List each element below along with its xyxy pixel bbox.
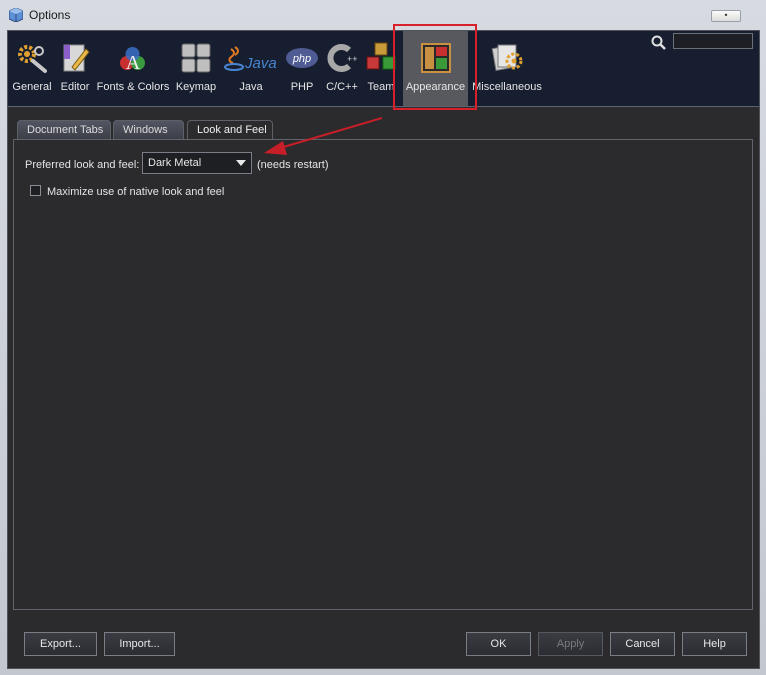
svg-text:php: php bbox=[292, 53, 311, 65]
preferred-look-label: Preferred look and feel: bbox=[25, 159, 140, 171]
ok-button[interactable]: OK bbox=[466, 632, 531, 656]
category-label: Editor bbox=[60, 81, 90, 93]
java-icon: Java bbox=[224, 46, 277, 72]
cancel-button[interactable]: Cancel bbox=[610, 632, 675, 656]
category-label: General bbox=[12, 81, 52, 93]
category-label: Appearance bbox=[405, 81, 466, 93]
category-appearance[interactable]: Appearance bbox=[403, 31, 468, 106]
client-area: General Editor A Fonts & Colors Keymap J… bbox=[7, 24, 760, 669]
category-editor[interactable]: Editor bbox=[56, 31, 94, 106]
category-label: Miscellaneous bbox=[472, 81, 542, 93]
help-button[interactable]: Help bbox=[682, 632, 747, 656]
category-label: PHP bbox=[290, 81, 314, 93]
search-input[interactable] bbox=[673, 33, 753, 49]
window-control-button[interactable]: • bbox=[711, 10, 741, 22]
apply-button[interactable]: Apply bbox=[538, 632, 603, 656]
php-icon: php bbox=[286, 48, 318, 68]
appearance-layout-icon bbox=[420, 43, 451, 73]
look-and-feel-select[interactable]: Dark Metal bbox=[142, 152, 252, 174]
chevron-down-icon[interactable] bbox=[236, 160, 246, 166]
look-and-feel-panel: Preferred look and feel: Dark Metal (nee… bbox=[13, 139, 753, 610]
category-miscellaneous[interactable]: Miscellaneous bbox=[471, 31, 543, 106]
select-value: Dark Metal bbox=[148, 157, 202, 169]
native-look-checkbox[interactable] bbox=[30, 185, 41, 196]
category-label: Java bbox=[239, 81, 263, 93]
category-keymap[interactable]: Keymap bbox=[172, 31, 220, 106]
native-look-checkbox-label[interactable]: Maximize use of native look and feel bbox=[47, 186, 224, 198]
cpp-icon: ++ bbox=[327, 44, 358, 72]
fonts-colors-icon: A bbox=[120, 47, 145, 74]
category-label: Keymap bbox=[175, 81, 217, 93]
tab-document-tabs[interactable]: Document Tabs bbox=[17, 120, 111, 140]
netbeans-cube-icon bbox=[9, 8, 23, 22]
tab-windows[interactable]: Windows bbox=[113, 120, 184, 140]
svg-text:++: ++ bbox=[347, 54, 358, 64]
options-window: Options • General Editor A Fonts & Color… bbox=[0, 0, 766, 675]
editor-pencil-icon bbox=[63, 44, 90, 72]
category-label: Fonts & Colors bbox=[96, 81, 170, 93]
category-team[interactable]: Team bbox=[362, 31, 400, 106]
keymap-icon bbox=[181, 43, 211, 73]
export-button[interactable]: Export... bbox=[24, 632, 97, 656]
title-bar: Options • bbox=[0, 0, 766, 30]
category-java[interactable]: Java Java bbox=[220, 31, 282, 106]
category-label: C/C++ bbox=[326, 81, 358, 93]
category-php[interactable]: php PHP bbox=[282, 31, 322, 106]
svg-text:Java: Java bbox=[244, 55, 277, 72]
miscellaneous-icon bbox=[491, 44, 523, 71]
category-cpp[interactable]: ++ C/C++ bbox=[322, 31, 362, 106]
category-fonts-colors[interactable]: A Fonts & Colors bbox=[94, 31, 172, 106]
category-general[interactable]: General bbox=[8, 31, 56, 106]
tab-look-and-feel[interactable]: Look and Feel bbox=[187, 120, 273, 141]
restart-note: (needs restart) bbox=[257, 159, 329, 171]
search-icon bbox=[651, 35, 666, 50]
import-button[interactable]: Import... bbox=[104, 632, 175, 656]
svg-text:A: A bbox=[126, 52, 141, 74]
team-cubes-icon bbox=[366, 42, 396, 70]
category-label: Team bbox=[367, 81, 395, 93]
category-toolbar: General Editor A Fonts & Colors Keymap J… bbox=[8, 24, 759, 110]
window-title: Options bbox=[29, 8, 71, 22]
gears-icon bbox=[18, 45, 47, 73]
